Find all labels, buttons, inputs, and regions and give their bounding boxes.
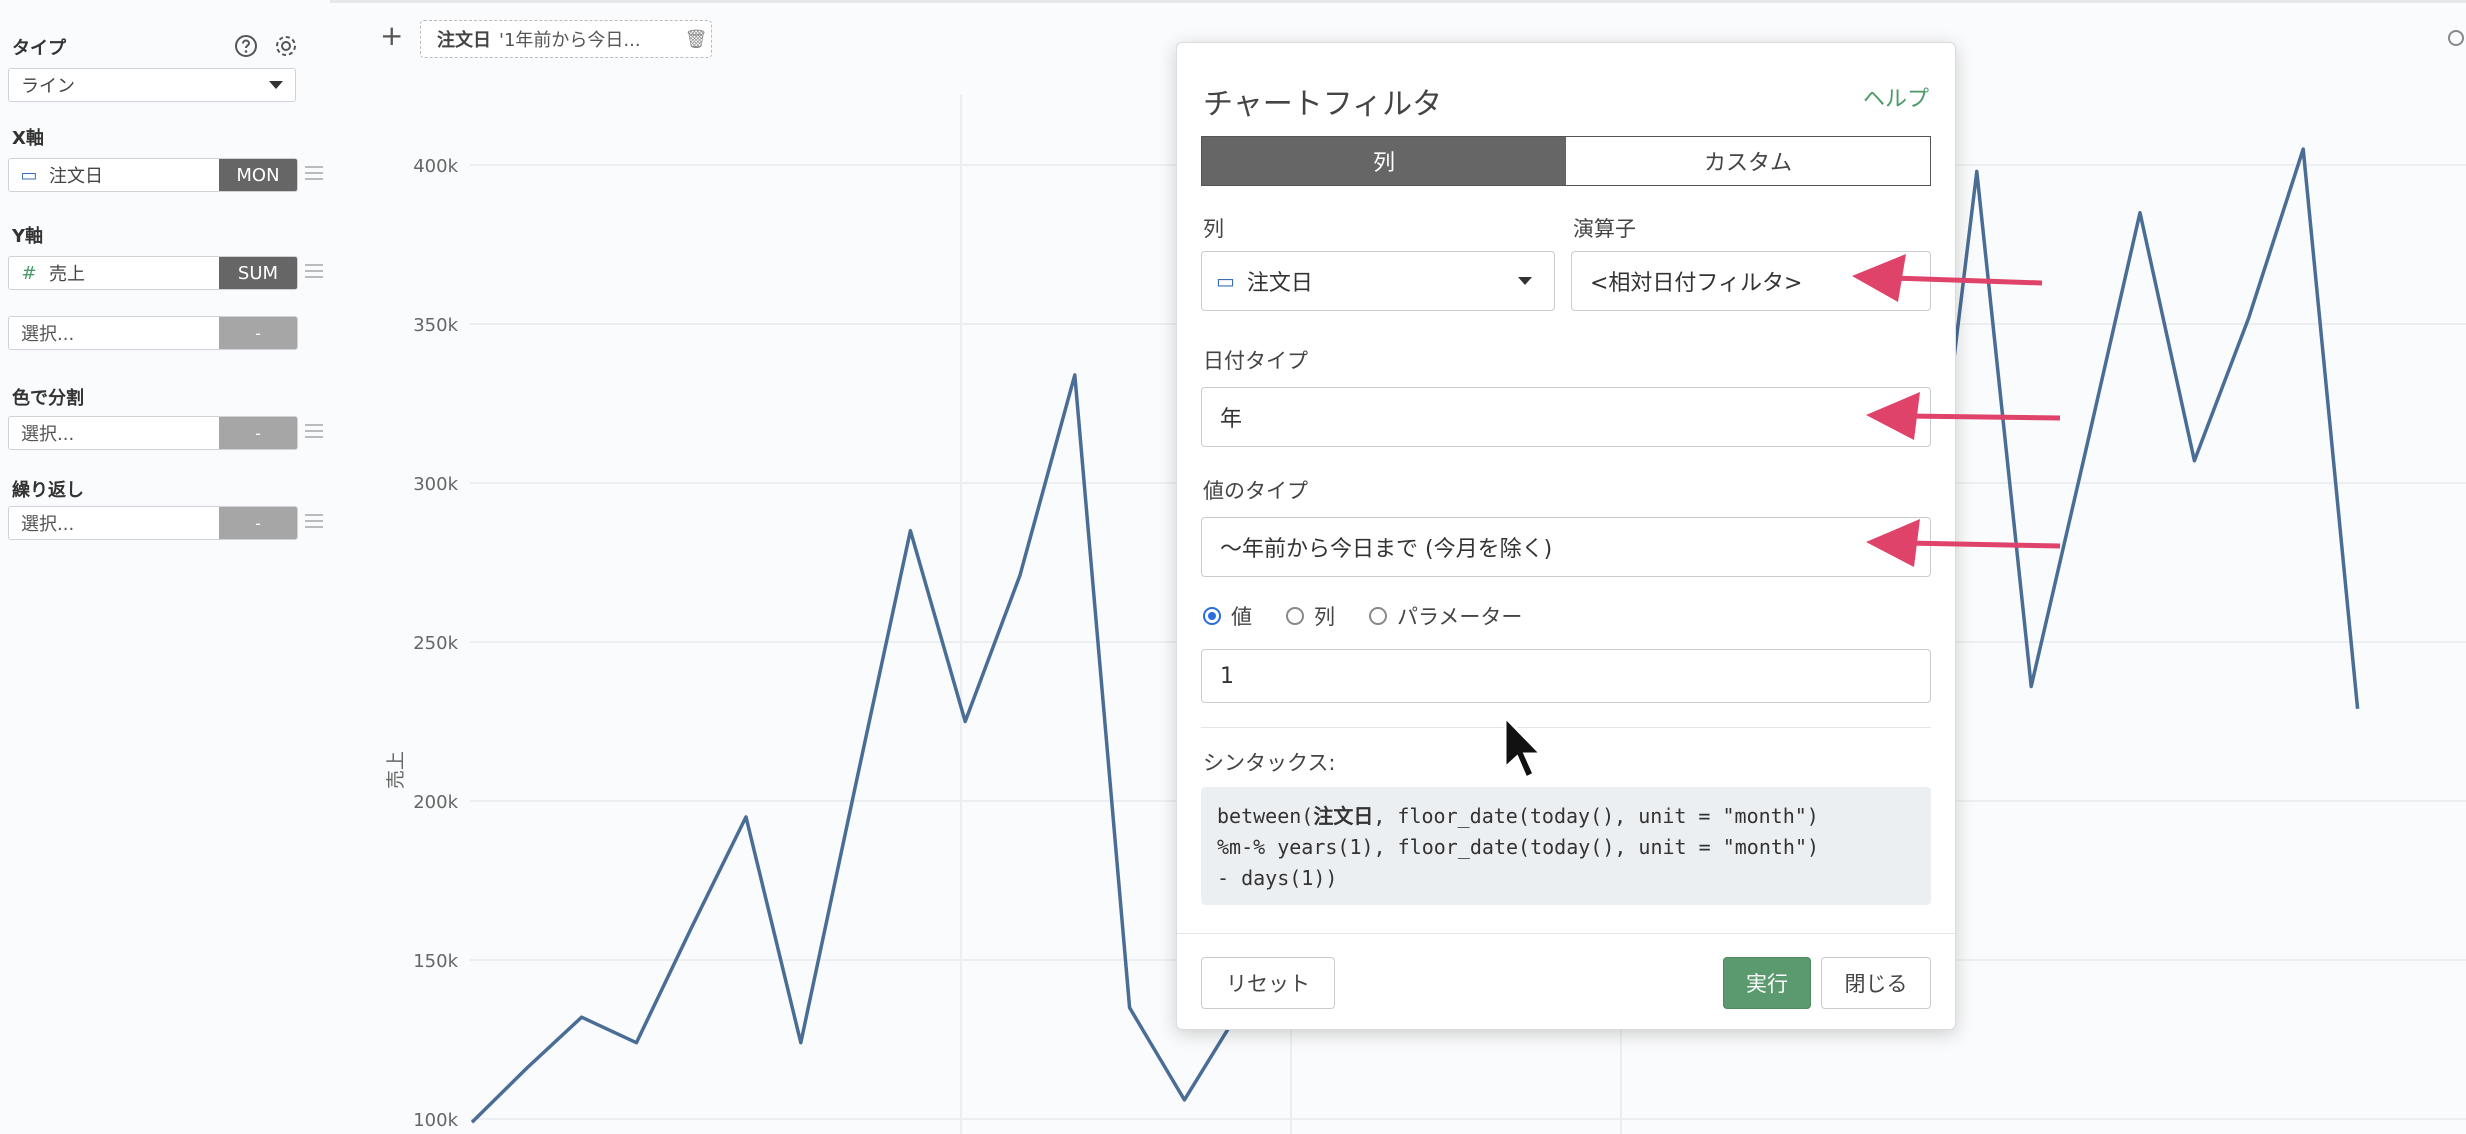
dialog-title: チャートフィルタ — [1203, 87, 1443, 122]
radio-column-indicator[interactable] — [1286, 607, 1304, 625]
value-source-radio-group: 値 列 パラメーター — [1203, 601, 1556, 631]
repeat-agg[interactable]: - — [219, 507, 297, 539]
y-tick-label: 200k — [413, 792, 458, 813]
color-split-placeholder: 選択... — [21, 424, 75, 445]
hash-icon: # — [21, 262, 37, 284]
date-type-select[interactable]: 年 — [1201, 387, 1931, 447]
y-tick-label: 400k — [413, 156, 458, 177]
y-agg-button[interactable]: SUM — [219, 257, 297, 289]
y-extra-agg[interactable]: - — [219, 317, 297, 349]
chevron-down-icon — [269, 81, 283, 89]
calendar-icon: ▭ — [1216, 269, 1235, 293]
syntax-label: シンタックス: — [1203, 751, 1336, 775]
value-type-value: 〜年前から今日まで (今月を除く) — [1220, 537, 1553, 562]
filter-chip-value: '1年前から今日... — [499, 30, 641, 51]
filter-chip-field: 注文日 — [437, 30, 491, 51]
tab-column[interactable]: 列 — [1202, 137, 1566, 185]
tab-custom[interactable]: カスタム — [1566, 137, 1930, 185]
repeat-select[interactable]: 選択... - — [8, 506, 298, 540]
help-icon[interactable] — [234, 34, 258, 58]
run-button[interactable]: 実行 — [1723, 957, 1811, 1009]
chart-config-panel: タイプ ライン X軸 ▭ 注文日 MON Y軸 # 売上 SUM 選択... -… — [0, 0, 330, 1134]
radio-parameter[interactable]: パラメーター — [1369, 601, 1522, 631]
y-tick-label: 100k — [413, 1110, 458, 1131]
color-split-label: 色で分割 — [12, 388, 84, 409]
date-type-value: 年 — [1220, 407, 1243, 432]
radio-parameter-label: パラメーター — [1397, 605, 1523, 629]
add-filter-icon[interactable]: + — [380, 22, 403, 50]
y-tick-label: 150k — [413, 951, 458, 972]
operator-select[interactable]: <相対日付フィルタ> — [1571, 251, 1931, 311]
x-agg-button[interactable]: MON — [219, 159, 297, 191]
column-select-value: 注文日 — [1246, 271, 1313, 296]
chart-type-value: ライン — [21, 76, 75, 97]
comment-icon[interactable] — [2448, 30, 2464, 46]
calendar-icon: ▭ — [20, 164, 38, 186]
syntax-code: between(注文日, floor_date(today(), unit = … — [1201, 787, 1931, 905]
color-split-select[interactable]: 選択... - — [8, 416, 298, 450]
value-input[interactable]: 1 — [1201, 649, 1931, 703]
value-type-select[interactable]: 〜年前から今日まで (今月を除く) — [1201, 517, 1931, 577]
close-button[interactable]: 閉じる — [1821, 957, 1931, 1009]
y-tick-label: 350k — [413, 315, 458, 336]
x-axis-label: X軸 — [12, 128, 44, 149]
syntax-line: - days(1)) — [1217, 866, 1338, 890]
y-tick-label: 300k — [413, 474, 458, 495]
y-axis-label: Y軸 — [12, 226, 44, 247]
radio-value[interactable]: 値 — [1203, 601, 1252, 631]
filter-tabs: 列 カスタム — [1201, 136, 1931, 186]
repeat-placeholder: 選択... — [21, 514, 75, 535]
column-select[interactable]: ▭ 注文日 — [1201, 251, 1555, 311]
help-link[interactable]: ヘルプ — [1863, 81, 1929, 113]
chart-type-select[interactable]: ライン — [8, 68, 296, 102]
chart-filter-dialog: チャートフィルタ ヘルプ 列 カスタム 列 演算子 ▭ 注文日 <相対日付フィル… — [1176, 42, 1956, 1030]
operator-select-value: <相対日付フィルタ> — [1590, 271, 1803, 296]
operator-label: 演算子 — [1573, 217, 1636, 241]
date-type-label: 日付タイプ — [1203, 349, 1308, 373]
syntax-line: %m-% years(1), floor_date(today(), unit … — [1217, 835, 1820, 859]
y-extra-placeholder: 選択... — [21, 324, 75, 345]
series-line — [470, 373, 1241, 1124]
chevron-down-icon — [1518, 277, 1532, 285]
y-field-name: 売上 — [49, 264, 85, 285]
column-label: 列 — [1203, 217, 1224, 241]
y-axis-extra-select[interactable]: 選択... - — [8, 316, 298, 350]
value-input-text: 1 — [1220, 663, 1234, 689]
reset-button[interactable]: リセット — [1201, 957, 1335, 1009]
type-label: タイプ — [12, 38, 66, 59]
repeat-label: 繰り返し — [12, 480, 84, 501]
divider — [1201, 727, 1931, 728]
y-axis-hamburger-icon[interactable] — [305, 264, 323, 282]
x-axis-field[interactable]: ▭ 注文日 MON — [8, 158, 298, 192]
radio-parameter-indicator[interactable] — [1369, 607, 1387, 625]
y-tick-label: 250k — [413, 633, 458, 654]
mouse-cursor-icon — [1503, 714, 1545, 781]
radio-column[interactable]: 列 — [1286, 601, 1335, 631]
color-split-hamburger-icon[interactable] — [305, 424, 323, 442]
x-axis-hamburger-icon[interactable] — [305, 166, 323, 184]
radio-value-indicator[interactable] — [1203, 607, 1221, 625]
filter-chip[interactable]: 注文日 '1年前から今日... 🗑 — [420, 20, 712, 58]
radio-column-label: 列 — [1314, 605, 1335, 629]
gear-icon[interactable] — [274, 34, 298, 58]
y-axis-field[interactable]: # 売上 SUM — [8, 256, 298, 290]
repeat-hamburger-icon[interactable] — [305, 514, 323, 532]
value-type-label: 値のタイプ — [1203, 479, 1308, 503]
color-split-agg[interactable]: - — [219, 417, 297, 449]
footer-divider — [1177, 933, 1955, 934]
trash-icon[interactable]: 🗑 — [681, 29, 711, 50]
syntax-line: between(注文日, floor_date(today(), unit = … — [1217, 804, 1819, 828]
y-axis-label: 売上 — [385, 751, 407, 789]
radio-value-label: 値 — [1231, 605, 1252, 629]
x-field-name: 注文日 — [49, 166, 103, 187]
